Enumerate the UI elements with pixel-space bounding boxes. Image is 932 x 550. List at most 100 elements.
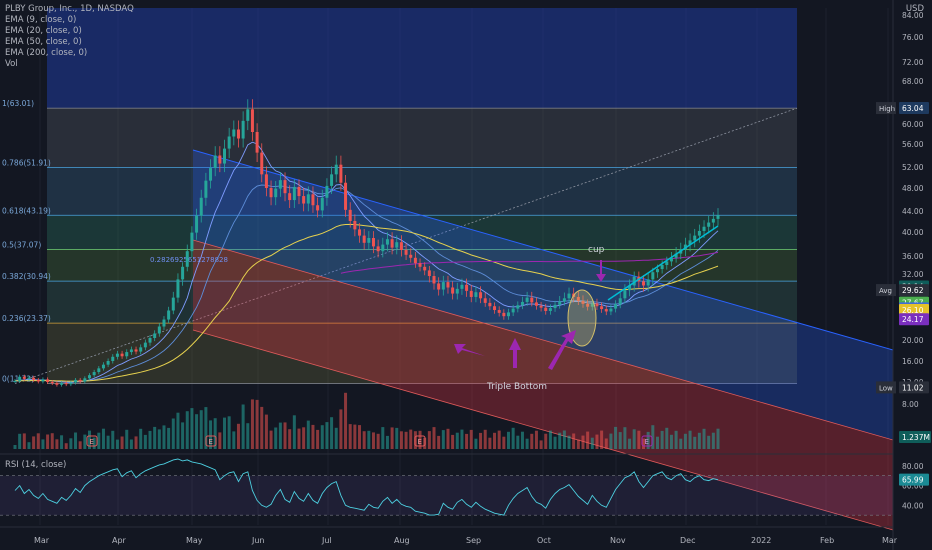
volume-bar bbox=[427, 431, 431, 449]
x-axis-tick: Feb bbox=[820, 536, 834, 545]
volume-bar bbox=[190, 408, 194, 449]
volume-bar bbox=[441, 430, 445, 449]
volume-bar bbox=[502, 436, 506, 449]
earnings-marker-letter: E bbox=[418, 438, 422, 446]
candle-body bbox=[157, 326, 161, 334]
volume-bar bbox=[353, 424, 357, 449]
volume-bar bbox=[283, 422, 287, 449]
price-badge-value: 24.17 bbox=[902, 315, 924, 324]
y-axis-tick: 36.00 bbox=[902, 252, 924, 261]
x-axis-tick: Apr bbox=[112, 536, 127, 545]
candle-body bbox=[493, 306, 497, 311]
candle-body bbox=[516, 305, 520, 309]
candle-body bbox=[707, 222, 711, 227]
candle-body bbox=[418, 263, 422, 267]
volume-bar bbox=[120, 436, 124, 449]
candle-body bbox=[78, 379, 82, 382]
candle-body bbox=[553, 304, 557, 309]
volume-bar bbox=[302, 427, 306, 449]
candle-body bbox=[446, 282, 450, 288]
volume-bar bbox=[13, 445, 17, 449]
candle-body bbox=[264, 174, 268, 188]
candle-body bbox=[236, 129, 240, 139]
legend-ema9: EMA (9, close, 0) bbox=[5, 15, 77, 25]
candle-body bbox=[525, 297, 529, 302]
candle-body bbox=[432, 276, 436, 284]
volume-bar bbox=[702, 428, 706, 449]
candle-body bbox=[311, 194, 315, 206]
candle-body bbox=[404, 250, 408, 255]
volume-bar bbox=[530, 433, 534, 449]
volume-bar bbox=[590, 437, 594, 449]
volume-bar bbox=[655, 436, 659, 449]
volume-bar bbox=[325, 422, 329, 449]
volume-bar bbox=[451, 434, 455, 449]
candle-body bbox=[609, 308, 613, 312]
candle-body bbox=[520, 301, 524, 306]
volume-bar bbox=[232, 431, 236, 449]
fib-level-label: 0.5(37.07) bbox=[2, 241, 41, 250]
candle-body bbox=[474, 292, 478, 297]
volume-bar bbox=[288, 429, 292, 449]
volume-bar bbox=[539, 440, 543, 449]
candle-body bbox=[227, 136, 231, 149]
volume-bar bbox=[223, 417, 227, 449]
candle-body bbox=[330, 174, 334, 186]
volume-bar bbox=[371, 432, 375, 449]
x-axis-tick: 2022 bbox=[751, 536, 771, 545]
price-badge-label: Low bbox=[879, 384, 893, 392]
candle-body bbox=[413, 257, 417, 264]
rsi-title: RSI (14, close) bbox=[5, 460, 67, 470]
candle-body bbox=[181, 266, 185, 280]
y-axis-tick: 8.00 bbox=[902, 400, 919, 409]
symbol-title: PLBY Group, Inc., 1D, NASDAQ bbox=[5, 4, 134, 14]
earnings-marker-letter: E bbox=[90, 438, 94, 446]
candle-body bbox=[306, 194, 310, 204]
candle-body bbox=[195, 215, 199, 233]
volume-bar bbox=[153, 426, 157, 449]
volume-bar bbox=[22, 433, 26, 449]
candle-body bbox=[353, 220, 357, 230]
volume-bar bbox=[548, 430, 552, 449]
candle-body bbox=[274, 188, 278, 198]
price-badge-value: 11.02 bbox=[902, 383, 924, 392]
volume-bar bbox=[628, 438, 632, 449]
currency-label: USD bbox=[905, 4, 924, 14]
y-axis-tick: 76.00 bbox=[902, 33, 924, 42]
volume-bar bbox=[143, 434, 147, 449]
volume-bar bbox=[483, 429, 487, 449]
candle-body bbox=[697, 230, 701, 236]
candle-body bbox=[87, 375, 91, 379]
candle-body bbox=[297, 186, 301, 197]
volume-bar bbox=[181, 422, 185, 449]
volume-bar bbox=[637, 430, 641, 449]
volume-bar bbox=[516, 435, 520, 449]
candle-body bbox=[409, 254, 413, 258]
candle-body bbox=[506, 312, 510, 317]
volume-bar bbox=[465, 433, 469, 449]
candle-body bbox=[13, 380, 17, 382]
volume-bar bbox=[18, 433, 22, 449]
volume-bar bbox=[609, 433, 613, 449]
price-badge-value: 29.62 bbox=[902, 286, 924, 295]
candle-body bbox=[283, 180, 287, 194]
candle-body bbox=[60, 383, 64, 385]
volume-bar bbox=[707, 435, 711, 449]
volume-bar bbox=[697, 432, 701, 449]
x-axis-tick: Mar bbox=[34, 536, 50, 545]
candle-body bbox=[167, 310, 171, 320]
volume-bar bbox=[69, 438, 73, 449]
earnings-marker-letter: E bbox=[209, 438, 213, 446]
fib-level-label: 0.618(43.19) bbox=[2, 206, 51, 215]
candle-body bbox=[139, 347, 143, 352]
candle-body bbox=[69, 382, 73, 385]
price-chart[interactable]: 1(63.01) 0.786(51.91) 0.618(43.19) 0.5(37.0… bbox=[0, 0, 932, 550]
candle-body bbox=[232, 129, 236, 137]
candle-body bbox=[390, 239, 394, 248]
candle-body bbox=[269, 188, 273, 198]
candle-body bbox=[618, 298, 622, 305]
volume-bar bbox=[320, 425, 324, 449]
volume-bar bbox=[176, 412, 180, 449]
volume-bar bbox=[101, 428, 105, 449]
volume-bar bbox=[525, 438, 529, 449]
